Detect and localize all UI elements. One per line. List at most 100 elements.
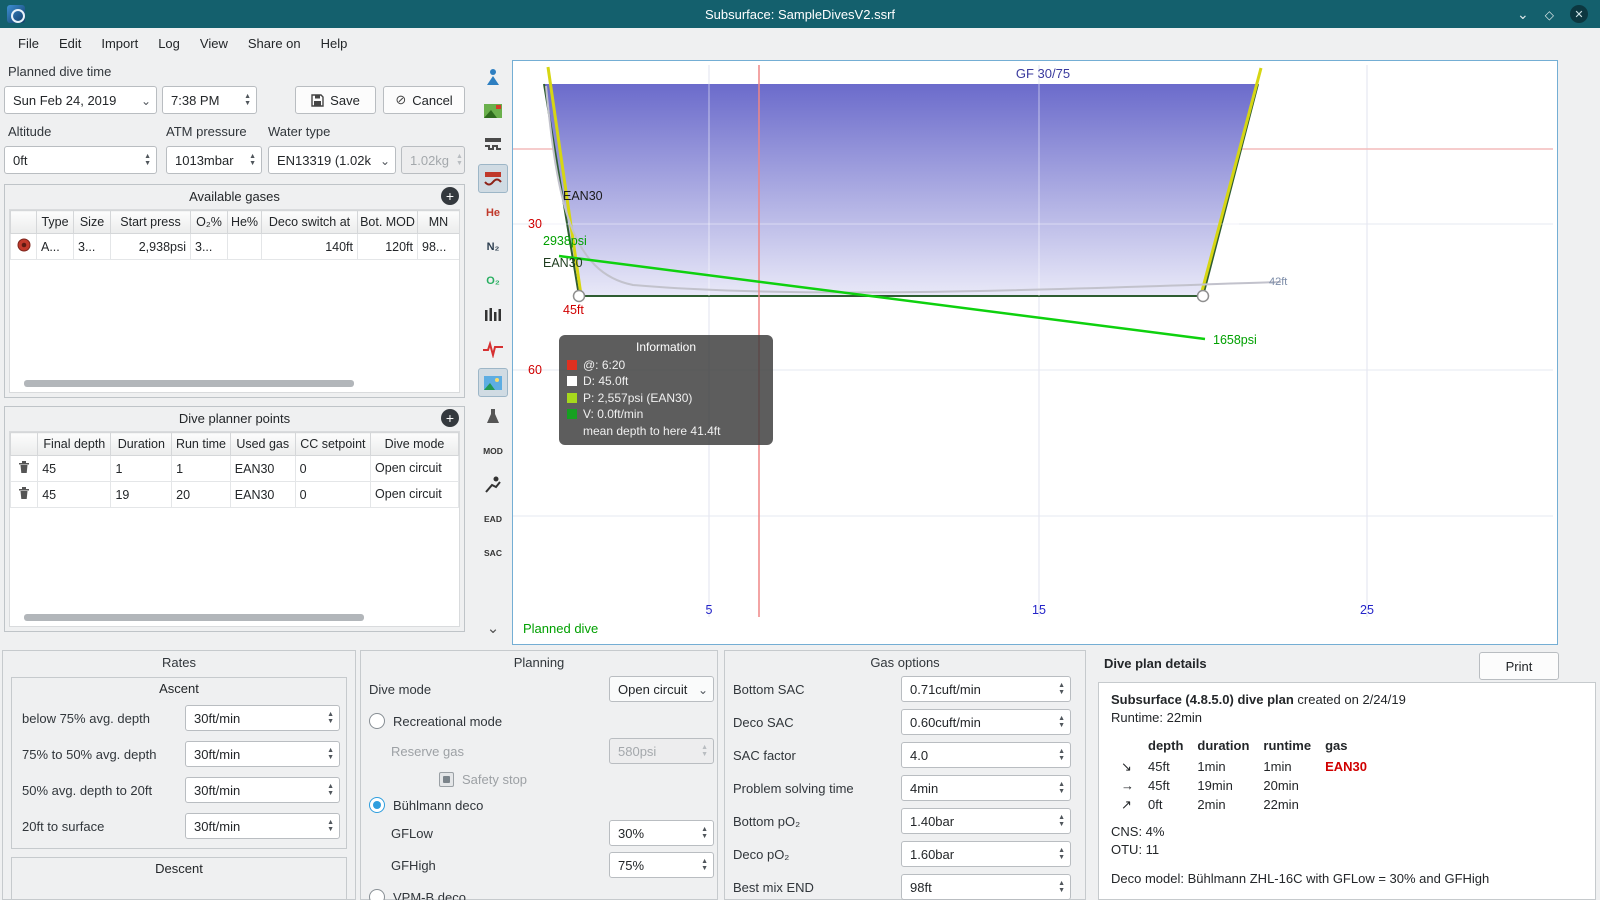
toolbar-scroll-down-icon[interactable]: ⌄ xyxy=(478,613,508,642)
bottom-po2-spinner[interactable]: 1.40bar xyxy=(901,808,1071,834)
spinner-arrows-icon[interactable] xyxy=(1051,715,1065,729)
trash-icon[interactable] xyxy=(18,486,30,500)
gases-header-he[interactable]: He% xyxy=(227,210,262,234)
problem-solving-time-spinner[interactable]: 4min xyxy=(901,775,1071,801)
ceiling-icon[interactable] xyxy=(478,130,508,159)
deco-sac-spinner[interactable]: 0.60cuft/min xyxy=(901,709,1071,735)
gas-size-cell[interactable]: 3... xyxy=(73,233,111,260)
point-depth-cell[interactable]: 45 xyxy=(37,455,112,482)
spinner-arrows-icon[interactable] xyxy=(694,826,708,840)
gases-horizontal-scrollbar[interactable] xyxy=(24,380,354,387)
gases-header-bot-mod[interactable]: Bot. MOD xyxy=(357,210,418,234)
planner-point-row[interactable]: 45 19 20 EAN30 0 Open circuit xyxy=(10,481,459,508)
spinner-arrows-icon[interactable] xyxy=(137,153,151,167)
menu-edit[interactable]: Edit xyxy=(49,31,91,56)
gas-he-cell[interactable] xyxy=(227,233,262,260)
window-shade-icon[interactable] xyxy=(1517,6,1529,23)
ascent-rate-2-spinner[interactable]: 30ft/min xyxy=(185,741,340,767)
cancel-button[interactable]: ⊘ Cancel xyxy=(383,86,465,114)
points-header-run-time[interactable]: Run time xyxy=(171,432,231,456)
gas-deco-switch-cell[interactable]: 140ft xyxy=(261,233,358,260)
gases-header-deco-switch[interactable]: Deco switch at xyxy=(261,210,358,234)
points-header-duration[interactable]: Duration xyxy=(110,432,173,456)
points-header-cc-setpoint[interactable]: CC setpoint xyxy=(294,432,372,456)
spinner-arrows-icon[interactable] xyxy=(320,819,334,833)
titlebar[interactable]: Subsurface: SampleDivesV2.ssrf xyxy=(0,0,1600,28)
spinner-arrows-icon[interactable] xyxy=(1051,847,1065,861)
chart-info-tooltip[interactable]: Information @: 6:20 D: 45.0ft P: 2,557ps… xyxy=(559,335,773,445)
point-gas-cell[interactable]: EAN30 xyxy=(229,481,296,508)
dive-mode-select[interactable]: Open circuit xyxy=(609,676,714,702)
ead-icon[interactable]: EAD xyxy=(478,504,508,533)
ascent-rate-1-spinner[interactable]: 30ft/min xyxy=(185,705,340,731)
save-button[interactable]: Save xyxy=(295,86,376,114)
bottom-sac-spinner[interactable]: 0.71cuft/min xyxy=(901,676,1071,702)
atm-pressure-spinner[interactable]: 1013mbar xyxy=(166,146,262,174)
spinner-arrows-icon[interactable] xyxy=(320,747,334,761)
spinner-arrows-icon[interactable] xyxy=(1051,880,1065,894)
points-header-dive-mode[interactable]: Dive mode xyxy=(370,432,459,456)
gases-header-type[interactable]: Type xyxy=(36,210,74,234)
turn-icon[interactable] xyxy=(478,470,508,499)
gflow-spinner[interactable]: 30% xyxy=(609,820,714,846)
dive-profile-chart[interactable]: GF 30/75 EAN30 2938psi EAN30 45ft 1658ps… xyxy=(512,60,1558,645)
dive-date-select[interactable]: Sun Feb 24, 2019 xyxy=(4,86,157,114)
menu-view[interactable]: View xyxy=(190,31,238,56)
ascent-rate-4-spinner[interactable]: 30ft/min xyxy=(185,813,340,839)
altitude-spinner[interactable]: 0ft xyxy=(4,146,157,174)
points-horizontal-scrollbar[interactable] xyxy=(24,614,364,621)
spinner-arrows-icon[interactable] xyxy=(320,711,334,725)
spinner-arrows-icon[interactable] xyxy=(1051,682,1065,696)
gas-start-press-cell[interactable]: 2,938psi xyxy=(110,233,191,260)
menu-import[interactable]: Import xyxy=(91,31,148,56)
dive-time-spinner[interactable]: 7:38 PM xyxy=(162,86,257,114)
recreational-mode-radio[interactable] xyxy=(369,713,385,729)
ascent-rate-3-spinner[interactable]: 30ft/min xyxy=(185,777,340,803)
gases-header-size[interactable]: Size xyxy=(73,210,111,234)
tissues-icon[interactable] xyxy=(478,300,508,329)
scale-icon[interactable] xyxy=(478,62,508,91)
mod-icon[interactable]: MOD xyxy=(478,436,508,465)
planner-point-row[interactable]: 45 1 1 EAN30 0 Open circuit xyxy=(10,455,459,482)
point-gas-cell[interactable]: EAN30 xyxy=(229,455,296,482)
gas-mnd-cell[interactable]: 98... xyxy=(417,233,459,260)
add-point-button[interactable] xyxy=(441,409,459,427)
points-header-final-depth[interactable]: Final depth xyxy=(37,432,112,456)
pictures-icon[interactable] xyxy=(478,368,508,397)
spinner-arrows-icon[interactable] xyxy=(242,153,256,167)
gas-o2-cell[interactable]: 3... xyxy=(190,233,228,260)
points-header-used-gas[interactable]: Used gas xyxy=(229,432,296,456)
menu-share-on[interactable]: Share on xyxy=(238,31,311,56)
heart-rate-icon[interactable] xyxy=(478,334,508,363)
sac-rate-icon[interactable]: SAC xyxy=(478,538,508,567)
point-duration-cell[interactable]: 1 xyxy=(110,455,173,482)
spinner-arrows-icon[interactable] xyxy=(694,858,708,872)
point-setpoint-cell[interactable]: 0 xyxy=(294,481,372,508)
spinner-arrows-icon[interactable] xyxy=(1051,814,1065,828)
spinner-arrows-icon[interactable] xyxy=(1051,781,1065,795)
water-type-select[interactable]: EN13319 (1.02k xyxy=(268,146,396,174)
gases-header-start-press[interactable]: Start press xyxy=(110,210,191,234)
spinner-arrows-icon[interactable] xyxy=(320,783,334,797)
calculated-ceiling-icon[interactable] xyxy=(478,164,508,193)
buhlmann-deco-radio[interactable] xyxy=(369,797,385,813)
point-depth-cell[interactable]: 45 xyxy=(37,481,112,508)
gas-bot-mod-cell[interactable]: 120ft xyxy=(357,233,418,260)
cylinder-use-icon[interactable] xyxy=(17,238,31,252)
menu-file[interactable]: File xyxy=(8,31,49,56)
point-setpoint-cell[interactable]: 0 xyxy=(294,455,372,482)
spinner-arrows-icon[interactable] xyxy=(237,93,251,107)
trash-icon[interactable] xyxy=(18,460,30,474)
add-gas-button[interactable] xyxy=(441,187,459,205)
best-mix-end-spinner[interactable]: 98ft xyxy=(901,874,1071,900)
menu-log[interactable]: Log xyxy=(148,31,190,56)
gfhigh-spinner[interactable]: 75% xyxy=(609,852,714,878)
window-close-icon[interactable] xyxy=(1570,5,1588,23)
dive-point-handle[interactable] xyxy=(1196,289,1210,303)
photos-icon[interactable] xyxy=(478,96,508,125)
point-duration-cell[interactable]: 19 xyxy=(110,481,173,508)
n2-graph-icon[interactable]: N₂ xyxy=(478,232,508,261)
deco-po2-spinner[interactable]: 1.60bar xyxy=(901,841,1071,867)
print-button[interactable]: Print xyxy=(1479,652,1559,680)
gas-change-icon[interactable] xyxy=(478,402,508,431)
